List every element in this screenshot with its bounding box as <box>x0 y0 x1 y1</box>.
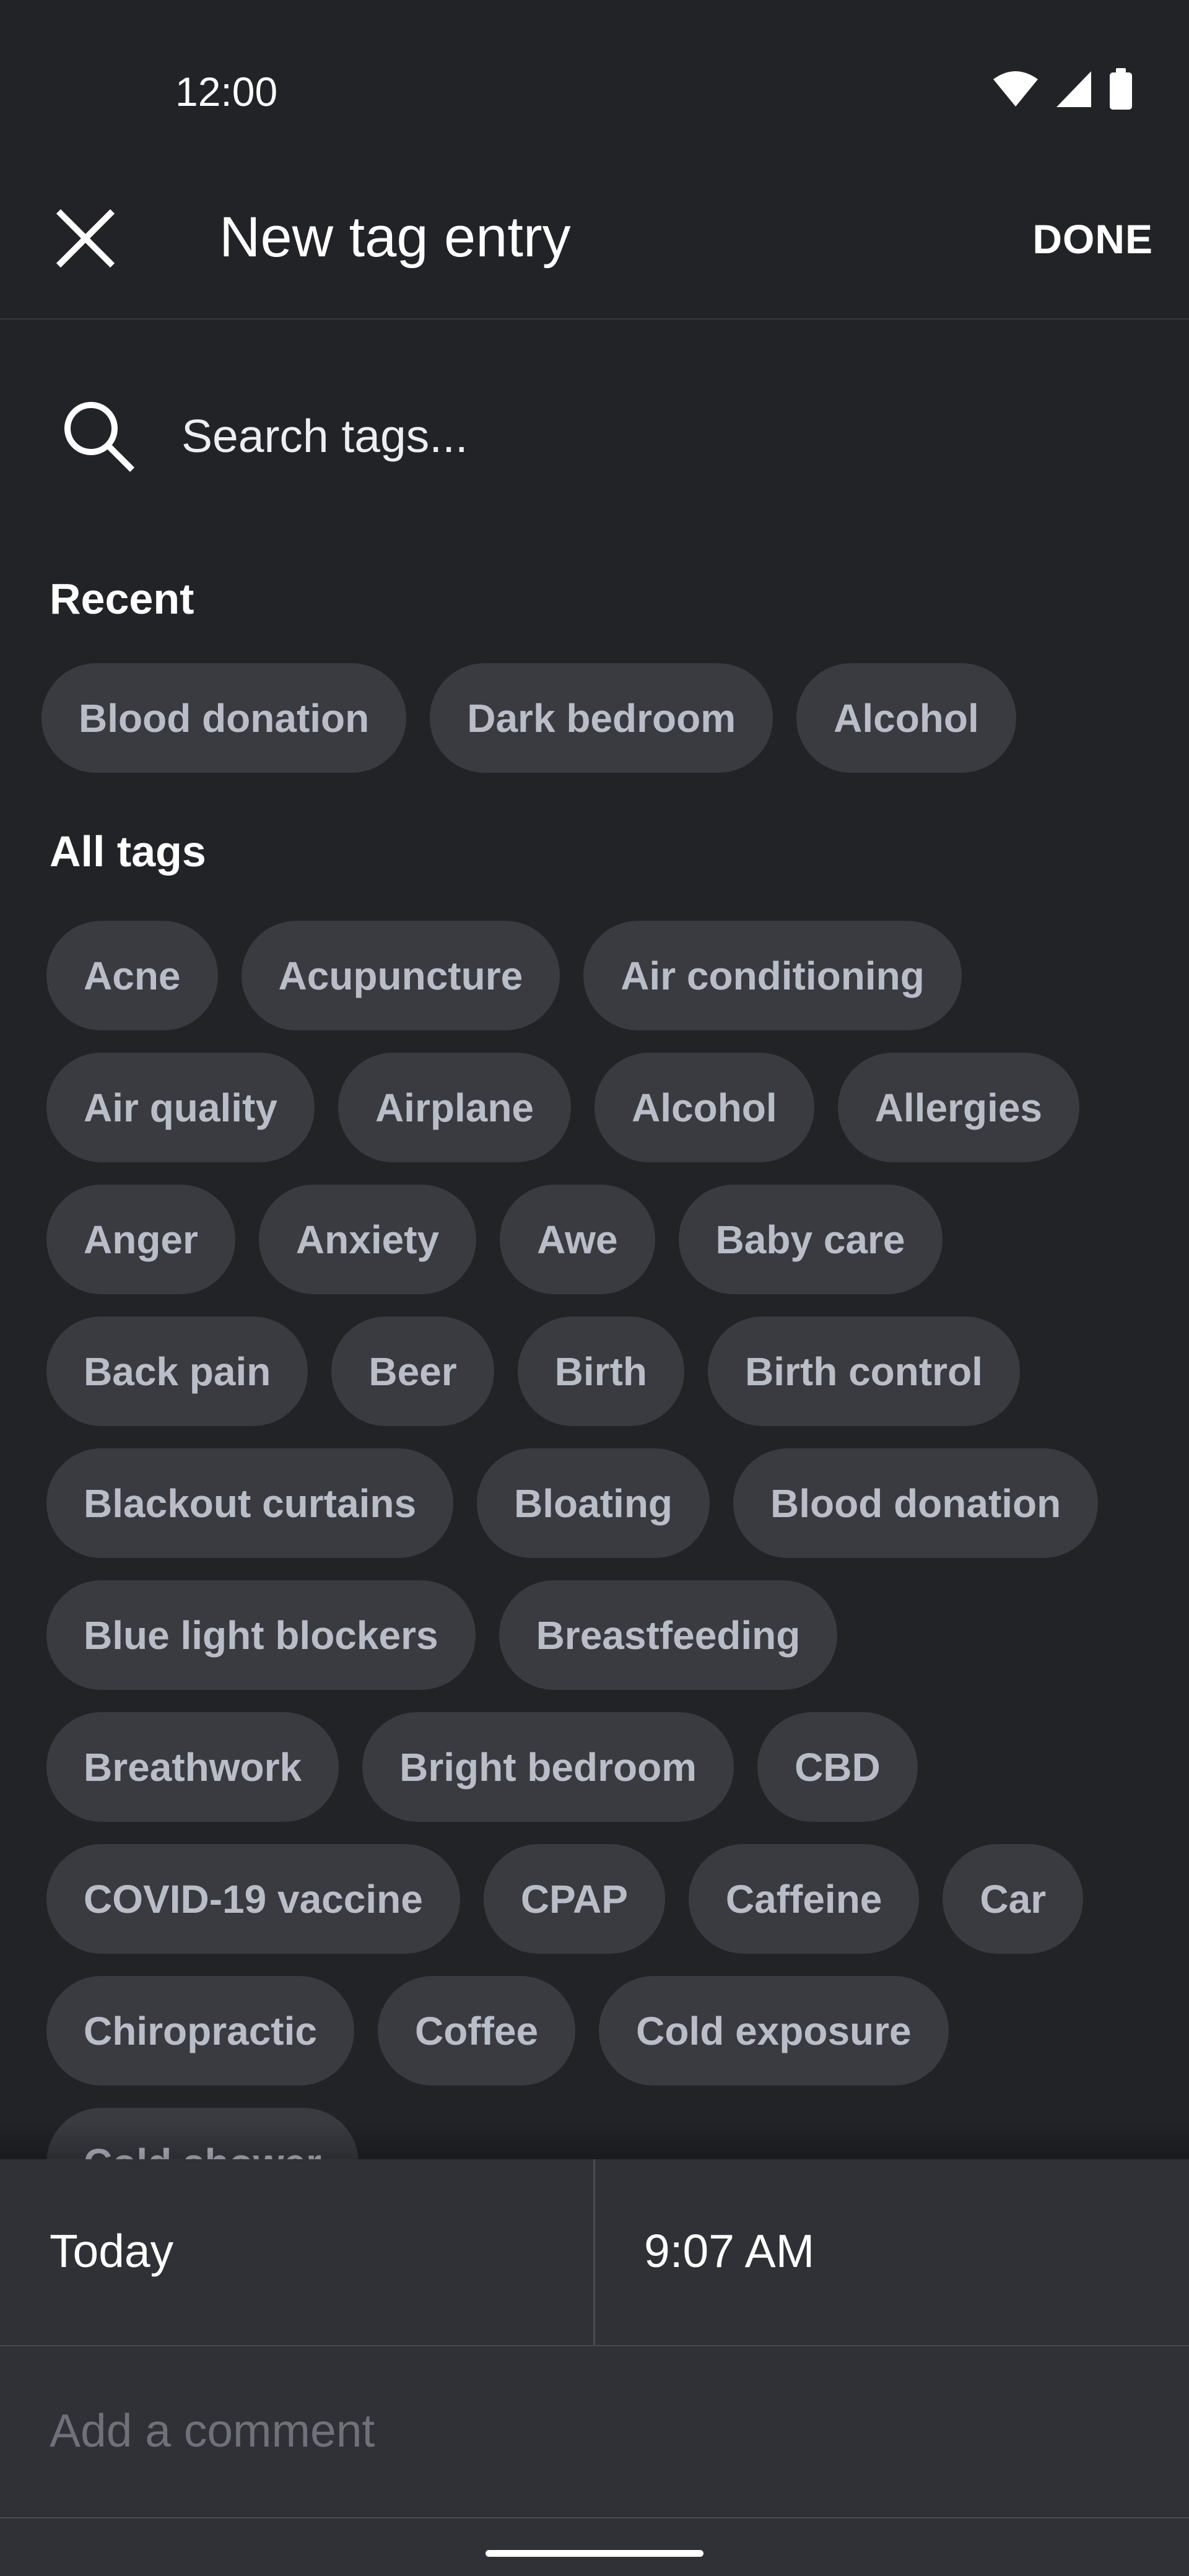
date-time-row: Today 9:07 AM <box>0 2159 1189 2346</box>
tag-chip[interactable]: Birth control <box>707 1316 1020 1426</box>
time-value: 9:07 AM <box>644 2225 815 2277</box>
tag-chip[interactable]: Baby care <box>678 1185 943 1294</box>
search-bar[interactable]: Search tags... <box>0 384 1189 483</box>
tag-chip[interactable]: Blood donation <box>733 1448 1099 1558</box>
tag-chip[interactable]: Air quality <box>46 1053 315 1162</box>
tag-chip[interactable]: Bloating <box>477 1448 710 1558</box>
tag-chip[interactable]: COVID-19 vaccine <box>46 1844 460 1954</box>
tag-chip[interactable]: Beer <box>331 1316 494 1426</box>
tag-chip[interactable]: Blackout curtains <box>46 1448 454 1558</box>
tag-chip[interactable]: Dark bedroom <box>430 663 773 773</box>
page-title: New tag entry <box>219 206 571 269</box>
tag-chip[interactable]: Breastfeeding <box>499 1580 838 1690</box>
status-icons <box>992 67 1133 111</box>
app-bar: New tag entry DONE <box>0 173 1189 320</box>
tag-chip[interactable]: Blue light blockers <box>46 1580 476 1690</box>
tag-chip[interactable]: Alcohol <box>796 663 1016 773</box>
done-button[interactable]: DONE <box>1032 208 1153 270</box>
tag-chip[interactable]: Airplane <box>338 1053 571 1162</box>
home-indicator[interactable] <box>486 2550 703 2557</box>
date-picker[interactable]: Today <box>0 2159 595 2345</box>
close-icon <box>54 207 116 272</box>
time-picker[interactable]: 9:07 AM <box>594 2159 1189 2345</box>
tag-chip[interactable]: Car <box>943 1844 1084 1954</box>
recent-tags-list: Blood donation Dark bedroom Alcohol <box>41 663 1156 773</box>
status-time: 12:00 <box>175 69 278 115</box>
search-icon <box>59 396 139 477</box>
tag-chip[interactable]: Cold exposure <box>599 1976 949 2086</box>
status-bar: 12:00 <box>0 0 1189 149</box>
tag-chip[interactable]: Bright bedroom <box>362 1712 734 1822</box>
tag-chip[interactable]: Alcohol <box>594 1053 814 1162</box>
tag-chip[interactable]: Caffeine <box>688 1844 920 1954</box>
comment-row <box>0 2346 1189 2518</box>
tag-chip[interactable]: Anxiety <box>258 1185 477 1294</box>
wifi-icon <box>992 71 1039 108</box>
tag-chip[interactable]: Awe <box>500 1185 655 1294</box>
battery-icon <box>1108 68 1133 110</box>
panel-shadow <box>0 2122 1189 2159</box>
comment-input[interactable] <box>48 2396 1104 2465</box>
tag-chip[interactable]: CBD <box>757 1712 918 1822</box>
tag-chip[interactable]: Coffee <box>377 1976 576 2086</box>
tag-chip[interactable]: Air conditioning <box>583 921 962 1030</box>
date-value: Today <box>50 2225 174 2277</box>
tag-chip[interactable]: Back pain <box>46 1316 308 1426</box>
tag-chip[interactable]: CPAP <box>483 1844 665 1954</box>
tag-chip[interactable]: Breathwork <box>46 1712 339 1822</box>
close-button[interactable] <box>43 198 127 282</box>
tag-chip[interactable]: Acne <box>46 921 218 1030</box>
tag-chip[interactable]: Acupuncture <box>241 921 560 1030</box>
search-input[interactable]: Search tags... <box>181 405 468 467</box>
all-tags-section-title: All tags <box>50 827 206 876</box>
tag-chip[interactable]: Blood donation <box>41 663 407 773</box>
all-tags-list: Acne Acupuncture Air conditioning Air qu… <box>46 921 1149 2164</box>
tag-chip[interactable]: Allergies <box>837 1053 1079 1162</box>
tag-chip[interactable]: Chiropractic <box>46 1976 354 2086</box>
tag-chip[interactable]: Birth <box>517 1316 684 1426</box>
recent-section-title: Recent <box>50 575 194 623</box>
entry-details-panel: Today 9:07 AM <box>0 2159 1189 2576</box>
tag-chip[interactable]: Anger <box>46 1185 235 1294</box>
cell-signal-icon <box>1055 70 1092 108</box>
